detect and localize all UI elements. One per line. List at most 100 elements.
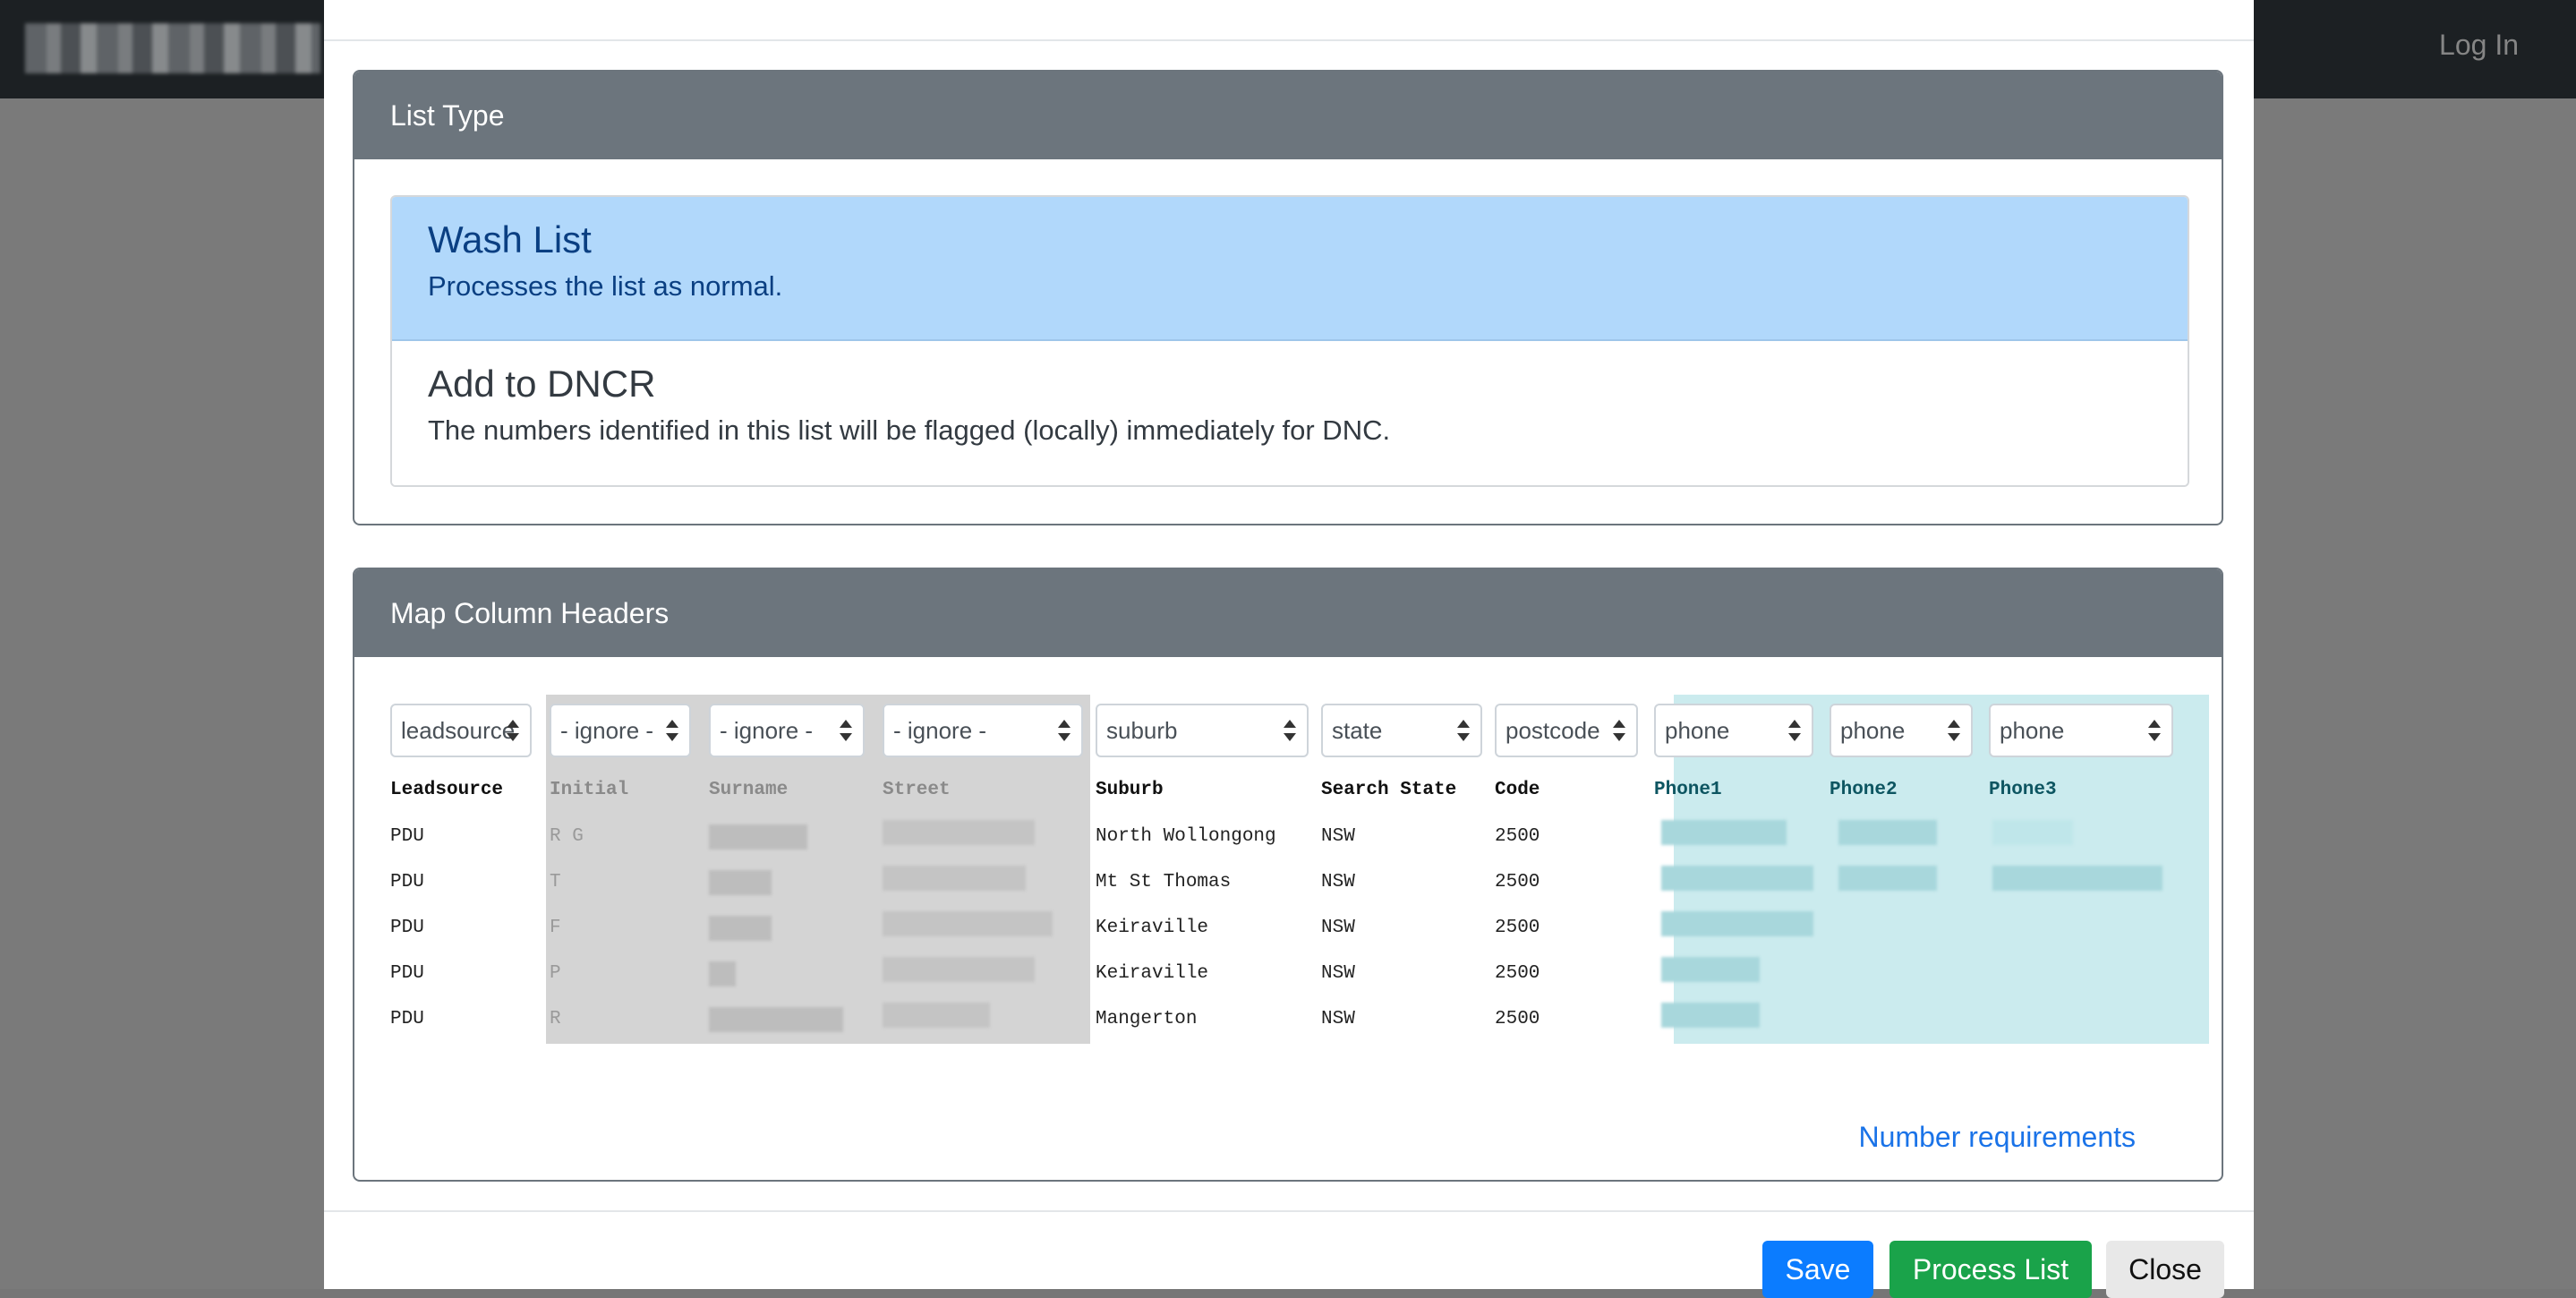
select-value: phone: [1665, 717, 1730, 744]
header-street: Street: [883, 780, 951, 800]
column-select-surname[interactable]: - ignore -: [709, 704, 865, 757]
cell-suburb: Mangerton: [1096, 1009, 1198, 1029]
option-wash-list[interactable]: Wash List Processes the list as normal.: [392, 197, 2188, 341]
brand-logo-blurred[interactable]: [25, 23, 320, 73]
header-initial: Initial: [550, 780, 629, 800]
modal-footer-divider: [324, 1210, 2254, 1212]
map-column-headers-title: Map Column Headers: [354, 569, 2222, 657]
cell-state: NSW: [1321, 872, 1355, 892]
cell-state: NSW: [1321, 826, 1355, 847]
select-value: state: [1332, 717, 1383, 744]
option-title: Add to DNCR: [428, 363, 656, 405]
header-code: Code: [1495, 780, 1540, 800]
redacted-street: [883, 866, 1026, 891]
redacted-phone1: [1661, 957, 1760, 982]
column-select-postcode[interactable]: postcode: [1495, 704, 1638, 757]
cell-leadsource: PDU: [390, 963, 424, 984]
cell-code: 2500: [1495, 872, 1540, 892]
header-phone3: Phone3: [1989, 780, 2057, 800]
select-value: suburb: [1106, 717, 1178, 744]
save-button[interactable]: Save: [1762, 1241, 1873, 1298]
redacted-street: [883, 957, 1035, 982]
select-arrows-icon: [2148, 718, 2161, 743]
redacted-street: [883, 820, 1035, 845]
select-value: - ignore -: [893, 717, 987, 744]
cell-leadsource: PDU: [390, 1009, 424, 1029]
close-button[interactable]: Close: [2106, 1241, 2224, 1298]
number-requirements-link[interactable]: Number requirements: [1859, 1121, 2136, 1154]
option-description: Processes the list as normal.: [428, 270, 783, 302]
cell-state: NSW: [1321, 963, 1355, 984]
redacted-phone2: [1838, 866, 1937, 891]
cell-code: 2500: [1495, 918, 1540, 938]
cell-code: 2500: [1495, 826, 1540, 847]
column-select-phone1[interactable]: phone: [1654, 704, 1813, 757]
option-description: The numbers identified in this list will…: [428, 414, 1391, 446]
cell-leadsource: PDU: [390, 872, 424, 892]
redacted-phone1: [1661, 820, 1787, 845]
header-phone2: Phone2: [1830, 780, 1898, 800]
cell-leadsource: PDU: [390, 918, 424, 938]
redacted-surname: [709, 870, 772, 895]
header-leadsource: Leadsource: [390, 780, 504, 800]
redacted-phone1: [1661, 911, 1813, 936]
select-arrows-icon: [1613, 718, 1625, 743]
header-phone1: Phone1: [1654, 780, 1722, 800]
header-search-state: Search State: [1321, 780, 1457, 800]
select-value: phone: [2000, 717, 2065, 744]
select-arrows-icon: [666, 718, 678, 743]
cell-initial: P: [550, 963, 561, 984]
list-type-card: List Type Wash List Processes the list a…: [353, 70, 2223, 525]
redacted-surname: [709, 1007, 843, 1032]
select-arrows-icon: [1284, 718, 1296, 743]
modal-header-divider: [324, 39, 2254, 41]
column-select-suburb[interactable]: suburb: [1096, 704, 1309, 757]
column-select-state[interactable]: state: [1321, 704, 1482, 757]
column-select-initial[interactable]: - ignore -: [550, 704, 691, 757]
column-select-phone2[interactable]: phone: [1830, 704, 1973, 757]
cell-initial: R: [550, 1009, 561, 1029]
select-value: - ignore -: [720, 717, 814, 744]
process-list-button[interactable]: Process List: [1889, 1241, 2092, 1298]
cell-suburb: Keiraville: [1096, 918, 1209, 938]
redacted-surname: [709, 824, 807, 850]
list-type-options: Wash List Processes the list as normal. …: [390, 195, 2189, 487]
cell-initial: T: [550, 872, 561, 892]
select-value: postcode: [1506, 717, 1600, 744]
cell-state: NSW: [1321, 918, 1355, 938]
select-arrows-icon: [1788, 718, 1801, 743]
select-value: leadsource: [401, 717, 516, 744]
list-type-header: List Type: [354, 72, 2222, 159]
option-add-to-dncr[interactable]: Add to DNCR The numbers identified in th…: [392, 341, 2188, 485]
redacted-street: [883, 911, 1053, 936]
select-arrows-icon: [1948, 718, 1960, 743]
upload-modal: List Type Wash List Processes the list a…: [324, 0, 2254, 1298]
map-column-headers-card: Map Column Headers leadsource - ignore -…: [353, 568, 2223, 1182]
header-surname: Surname: [709, 780, 789, 800]
cell-code: 2500: [1495, 963, 1540, 984]
select-value: - ignore -: [560, 717, 654, 744]
select-arrows-icon: [840, 718, 852, 743]
cell-suburb: Keiraville: [1096, 963, 1209, 984]
cell-suburb: Mt St Thomas: [1096, 872, 1232, 892]
redacted-street: [883, 1003, 990, 1028]
redacted-phone3: [1992, 866, 2162, 891]
redacted-phone1: [1661, 1003, 1760, 1028]
column-select-street[interactable]: - ignore -: [883, 704, 1083, 757]
column-select-phone3[interactable]: phone: [1989, 704, 2173, 757]
redacted-surname: [709, 961, 736, 986]
cell-initial: R G: [550, 826, 584, 847]
select-arrows-icon: [1457, 718, 1470, 743]
cell-initial: F: [550, 918, 561, 938]
select-value: phone: [1840, 717, 1906, 744]
select-arrows-icon: [1058, 718, 1070, 743]
login-link[interactable]: Log In: [2439, 29, 2519, 62]
cell-leadsource: PDU: [390, 826, 424, 847]
redacted-phone1: [1661, 866, 1813, 891]
redacted-phone2: [1838, 820, 1937, 845]
header-suburb: Suburb: [1096, 780, 1164, 800]
column-select-leadsource[interactable]: leadsource: [390, 704, 532, 757]
redacted-surname: [709, 916, 772, 941]
cell-suburb: North Wollongong: [1096, 826, 1276, 847]
cell-state: NSW: [1321, 1009, 1355, 1029]
